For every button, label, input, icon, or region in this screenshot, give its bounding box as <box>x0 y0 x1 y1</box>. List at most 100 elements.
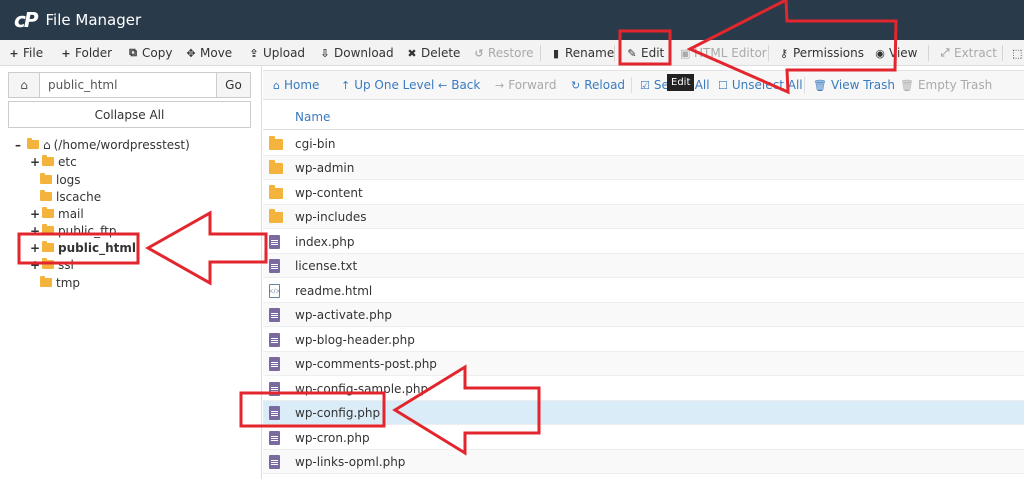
tree-item-label: etc <box>58 154 77 169</box>
file-row[interactable]: wp-comments-post.php <box>263 352 1024 376</box>
text-file-icon <box>269 259 280 273</box>
permissions-button[interactable]: ⚷ Permissions <box>779 40 864 66</box>
toolbar-divider <box>928 45 929 61</box>
copy-icon: ⧉ <box>129 46 137 59</box>
edit-button[interactable]: ✎ Edit <box>627 40 664 66</box>
html-editor-icon: ▣ <box>680 46 691 60</box>
tree-item-etc[interactable]: + etc <box>30 153 77 170</box>
reload-label: Reload <box>584 78 626 92</box>
directory-tree-panel: ⌂ Go Collapse All – ⌂ (/home/wordpresste… <box>0 66 262 479</box>
plus-icon: + <box>61 46 71 60</box>
tree-item-home[interactable]: – ⌂ (/home/wordpresstest) <box>15 136 190 153</box>
reload-icon: ↻ <box>571 78 581 92</box>
file-name: wp-config.php <box>295 405 381 420</box>
file-row[interactable]: license.txt <box>263 254 1024 278</box>
file-row[interactable]: wp-blog-header.php <box>263 328 1024 352</box>
move-label: Move <box>200 46 233 60</box>
tree-item-mail[interactable]: + mail <box>30 205 84 222</box>
file-row[interactable]: wp-content <box>263 181 1024 205</box>
expand-toggle[interactable]: + <box>30 224 40 238</box>
new-folder-button[interactable]: + Folder <box>61 40 112 66</box>
view-trash-button[interactable]: 🗑 View Trash <box>813 71 895 99</box>
back-button[interactable]: ← Back <box>438 71 480 99</box>
file-row[interactable]: cgi-bin <box>263 132 1024 156</box>
file-name: index.php <box>295 234 355 249</box>
folder-icon <box>42 241 54 252</box>
html-editor-button[interactable]: ▣ HTML Editor <box>680 40 767 66</box>
empty-trash-button[interactable]: 🗑 Empty Trash <box>900 71 992 99</box>
file-row[interactable]: wp-cron.php <box>263 426 1024 450</box>
file-name: wp-comments-post.php <box>295 356 437 371</box>
up-one-level-button[interactable]: ↑ Up One Level <box>341 71 434 99</box>
extract-label: Extract <box>954 46 997 60</box>
expand-toggle[interactable]: + <box>30 258 40 272</box>
home-icon: ⌂ <box>20 78 28 92</box>
file-manager-app: cP File Manager + File + Folder ⧉ Copy ✥… <box>0 0 1024 479</box>
move-button[interactable]: ✥ Move <box>186 40 232 66</box>
file-row[interactable]: wp-activate.php <box>263 303 1024 327</box>
php-file-icon <box>269 406 280 420</box>
home-directory-button[interactable]: ⌂ <box>8 72 40 98</box>
move-icon: ✥ <box>186 46 196 60</box>
compress-icon: ⬚ <box>1012 46 1023 60</box>
tree-item-public-ftp[interactable]: + public_ftp <box>30 222 116 239</box>
new-file-button[interactable]: + File <box>9 40 43 66</box>
view-button[interactable]: ◉ View <box>875 40 917 66</box>
path-input[interactable] <box>40 72 217 98</box>
tree-item-public-html[interactable]: + public_html <box>30 239 136 256</box>
delete-button[interactable]: ✖ Delete <box>407 40 460 66</box>
file-row[interactable]: </> readme.html <box>263 279 1024 303</box>
tree-item-lscache[interactable]: lscache <box>40 188 101 205</box>
php-file-icon <box>269 333 280 347</box>
file-name: wp-admin <box>295 160 355 175</box>
nav-divider <box>804 77 805 93</box>
reload-button[interactable]: ↻ Reload <box>571 71 625 99</box>
compress-button[interactable]: ⬚ <box>1012 40 1024 66</box>
collapse-toggle[interactable]: – <box>15 138 25 152</box>
expand-toggle[interactable]: + <box>30 207 40 221</box>
folder-icon <box>40 173 52 184</box>
file-row-selected[interactable]: wp-config.php <box>263 401 1024 425</box>
html-editor-label: HTML Editor <box>694 46 767 60</box>
folder-open-icon <box>27 138 39 149</box>
upload-button[interactable]: ⇪ Upload <box>249 40 305 66</box>
new-file-label: File <box>23 46 44 60</box>
back-label: Back <box>451 78 481 92</box>
file-row[interactable]: index.php <box>263 230 1024 254</box>
file-name: wp-config-sample.php <box>295 381 429 396</box>
collapse-all-button[interactable]: Collapse All <box>8 101 251 128</box>
name-column-header[interactable]: Name <box>263 104 1024 130</box>
cpanel-logo-icon: cP <box>14 8 38 32</box>
expand-toggle[interactable]: + <box>30 241 40 255</box>
rename-icon: ▮ <box>552 46 560 60</box>
forward-button[interactable]: → Forward <box>495 71 556 99</box>
cpanel-logo[interactable]: cP File Manager <box>14 8 141 32</box>
tree-item-tmp[interactable]: tmp <box>40 274 80 291</box>
go-button[interactable]: Go <box>217 72 251 98</box>
tree-item-logs[interactable]: logs <box>40 171 81 188</box>
toolbar-divider <box>768 45 769 61</box>
navigation-bar: ⌂ Home ↑ Up One Level ← Back → Forward ↻… <box>263 70 1024 100</box>
file-row[interactable]: wp-includes <box>263 205 1024 229</box>
unselect-all-button[interactable]: ☐ Unselect All <box>718 71 803 99</box>
folder-icon <box>269 185 283 199</box>
restore-button[interactable]: ↺ Restore <box>474 40 533 66</box>
copy-button[interactable]: ⧉ Copy <box>128 40 172 66</box>
folder-icon <box>42 207 54 218</box>
trash-icon: 🗑 <box>813 78 827 92</box>
toolbar-divider <box>614 45 615 61</box>
rename-label: Rename <box>565 46 615 60</box>
download-button[interactable]: ⇩ Download <box>320 40 393 66</box>
folder-icon <box>42 224 54 235</box>
app-title: File Manager <box>45 11 142 29</box>
file-row[interactable]: wp-config-sample.php <box>263 377 1024 401</box>
file-row[interactable]: wp-admin <box>263 156 1024 180</box>
eye-icon: ◉ <box>875 46 885 60</box>
rename-button[interactable]: ▮ Rename <box>551 40 614 66</box>
expand-toggle[interactable]: + <box>30 155 40 169</box>
file-name: readme.html <box>295 283 373 298</box>
tree-item-ssl[interactable]: + ssl <box>30 256 74 273</box>
extract-button[interactable]: ⤢ Extract <box>940 40 997 66</box>
home-button[interactable]: ⌂ Home <box>273 71 319 99</box>
file-row[interactable]: wp-links-opml.php <box>263 450 1024 474</box>
